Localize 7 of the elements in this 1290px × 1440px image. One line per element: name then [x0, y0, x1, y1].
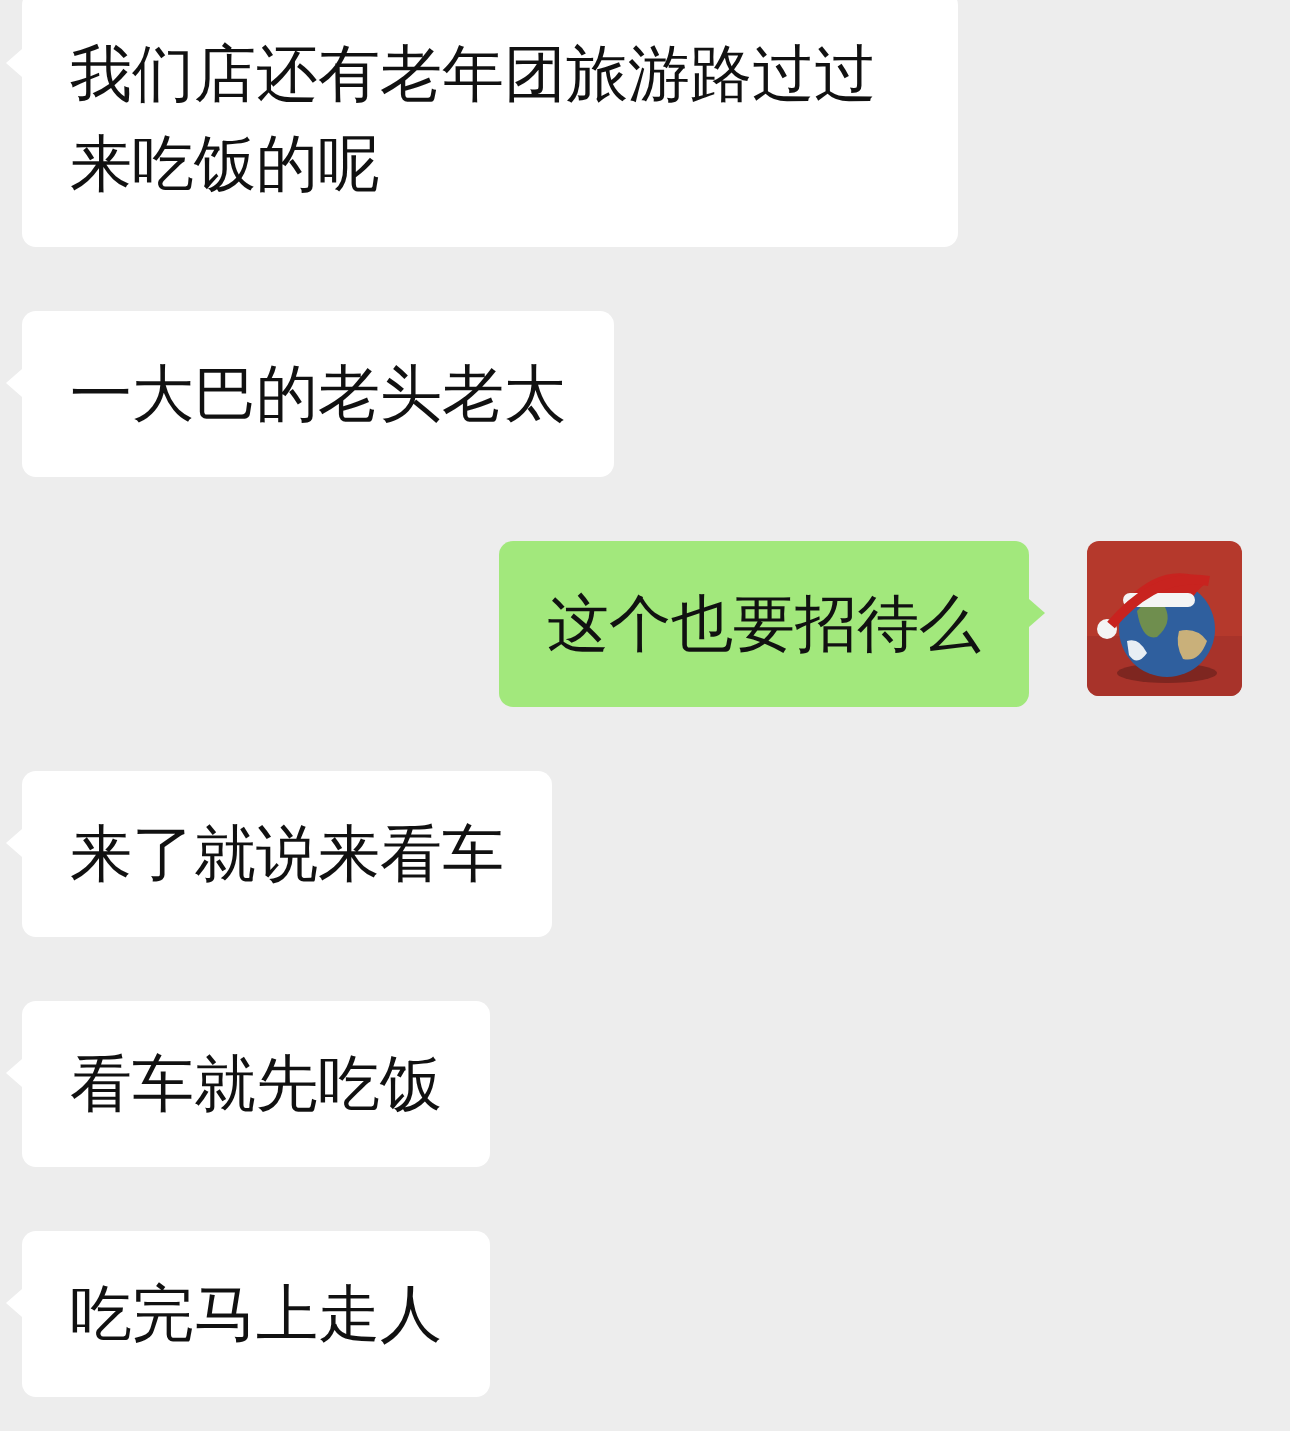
- received-message-bubble: 来了就说来看车: [22, 771, 552, 937]
- received-message-bubble: 吃完马上走人: [22, 1231, 490, 1397]
- received-message-bubble: 一大巴的老头老太: [22, 311, 614, 477]
- sent-message-bubble: 这个也要招待么: [499, 541, 1029, 707]
- received-message-bubble: 我们店还有老年团旅游路过过来吃饭的呢: [22, 0, 958, 247]
- bubble-tail: [1029, 599, 1045, 627]
- received-message-bubble: 看车就先吃饭: [22, 1001, 490, 1167]
